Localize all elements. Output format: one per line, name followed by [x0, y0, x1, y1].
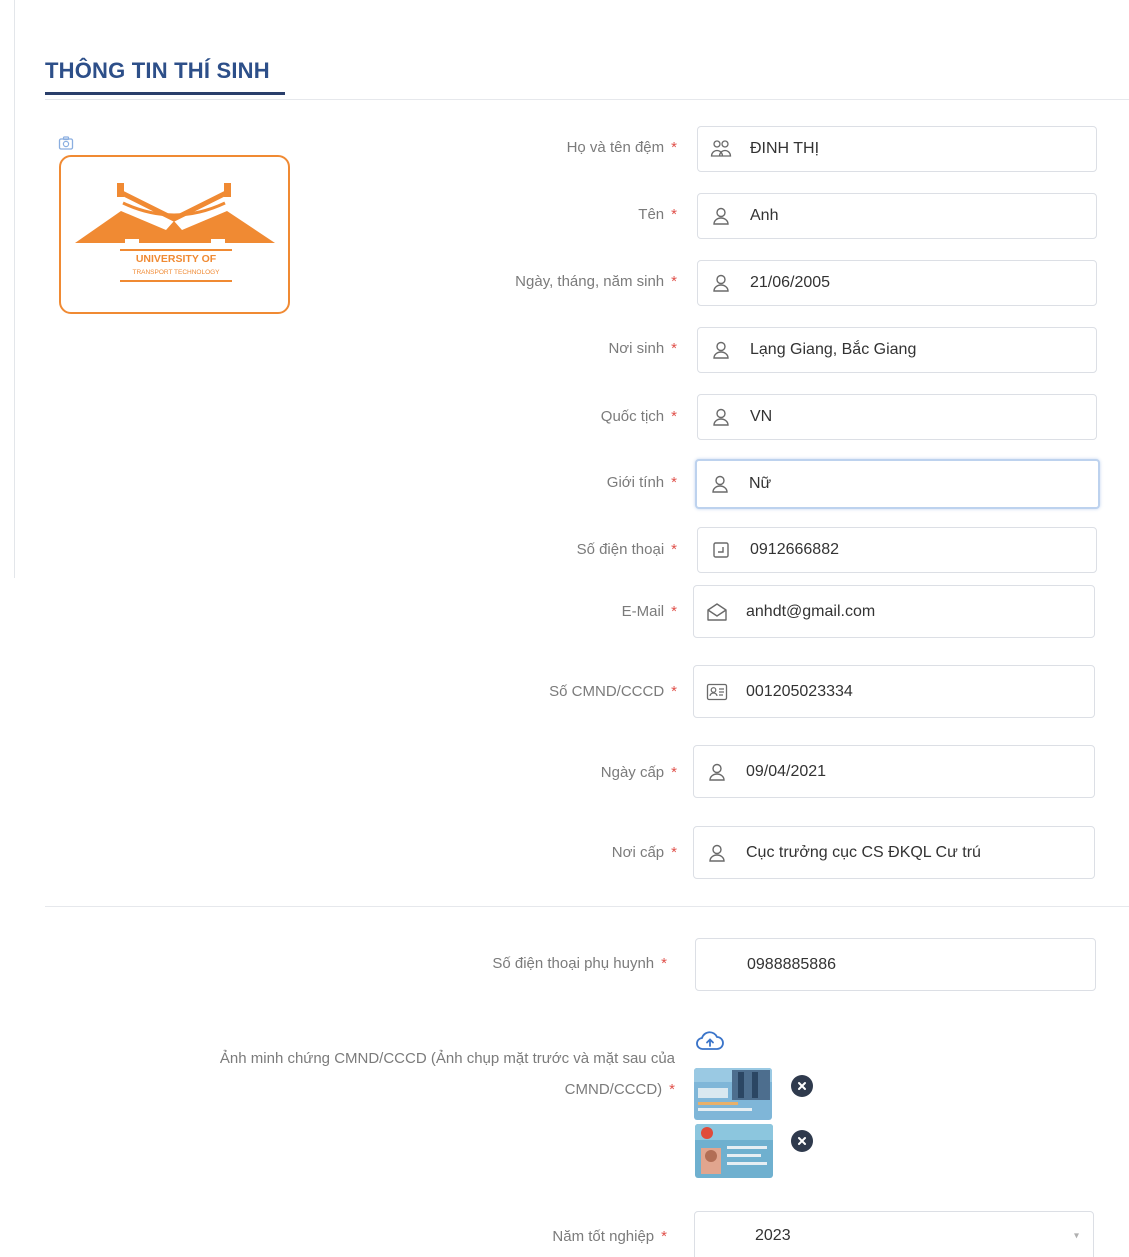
- ho-va-ten-dem-value: ĐINH THỊ: [750, 140, 820, 157]
- parent-phone-label: Số điện thoại phụ huynh *: [492, 955, 667, 972]
- so-cmnd-cccd-value: 001205023334: [746, 682, 853, 700]
- ten-input[interactable]: Anh: [697, 193, 1097, 239]
- so-cmnd-cccd-input[interactable]: 001205023334: [693, 665, 1095, 718]
- graduation-year-value: 2023: [755, 1227, 791, 1244]
- parent-phone-value: 0988885886: [747, 955, 836, 973]
- users-icon: [710, 138, 732, 160]
- user-icon: [710, 406, 732, 428]
- section-title: THÔNG TIN THÍ SINH: [45, 58, 270, 83]
- avatar[interactable]: UNIVERSITY OF TRANSPORT TECHNOLOGY: [59, 155, 290, 314]
- gioi-tinh-value: Nữ: [749, 475, 772, 492]
- close-icon: [798, 1082, 806, 1090]
- ten-value: Anh: [750, 207, 779, 224]
- quoc-tich-label: Quốc tịch *: [600, 408, 677, 425]
- ngay-cap-value: 09/04/2021: [746, 762, 827, 780]
- noi-sinh-input[interactable]: Lạng Giang, Bắc Giang: [697, 327, 1097, 373]
- e-mail-input[interactable]: anhdt@gmail.com: [693, 585, 1095, 638]
- noi-sinh-label: Nơi sinh *: [608, 340, 677, 357]
- quoc-tich-input[interactable]: VN: [697, 394, 1097, 440]
- section-divider: [45, 99, 1129, 100]
- mail-icon: [706, 601, 728, 623]
- e-mail-label: E-Mail *: [621, 603, 677, 620]
- noi-sinh-value: Lạng Giang, Bắc Giang: [750, 341, 917, 358]
- id-card-icon: [706, 681, 728, 703]
- id-front-image[interactable]: [694, 1068, 772, 1120]
- chevron-down-icon: ▾: [1073, 1230, 1079, 1242]
- university-logo: UNIVERSITY OF TRANSPORT TECHNOLOGY: [75, 183, 275, 282]
- ho-va-ten-dem-input[interactable]: ĐINH THỊ: [697, 126, 1097, 172]
- gioi-tinh-input[interactable]: Nữ: [695, 459, 1100, 509]
- so-dien-thoai-label: Số điện thoại *: [576, 541, 677, 558]
- ngay-thang-nam-sinh-label: Ngày, tháng, năm sinh *: [515, 273, 677, 290]
- user-icon: [710, 205, 732, 227]
- section-divider-2: [45, 906, 1129, 907]
- parent-phone-input[interactable]: 0988885886: [695, 938, 1096, 991]
- graduation-year-select[interactable]: 2023 ▾: [694, 1211, 1094, 1257]
- left-border: [14, 0, 15, 578]
- close-icon: [798, 1137, 806, 1145]
- ho-va-ten-dem-label: Họ và tên đệm *: [566, 139, 677, 156]
- ngay-thang-nam-sinh-input[interactable]: 21/06/2005: [697, 260, 1097, 306]
- remove-front-image-button[interactable]: [791, 1075, 813, 1097]
- cloud-upload-icon[interactable]: [695, 1029, 725, 1053]
- user-icon: [709, 473, 731, 495]
- e-mail-value: anhdt@gmail.com: [746, 602, 876, 620]
- logo-text-line1: UNIVERSITY OF: [136, 253, 217, 265]
- ngay-thang-nam-sinh-value: 21/06/2005: [750, 274, 831, 291]
- id-back-image[interactable]: [695, 1124, 773, 1178]
- camera-icon[interactable]: [58, 136, 74, 150]
- gioi-tinh-label: Giới tính *: [606, 474, 677, 491]
- so-dien-thoai-value: 0912666882: [750, 541, 839, 558]
- so-dien-thoai-input[interactable]: 0912666882: [697, 527, 1097, 573]
- noi-cap-label: Nơi cấp *: [611, 844, 677, 861]
- logo-text-line2: TRANSPORT TECHNOLOGY: [132, 269, 220, 276]
- id-proof-label: Ảnh minh chứng CMND/CCCD (Ảnh chụp mặt t…: [219, 1050, 675, 1098]
- ngay-cap-label: Ngày cấp *: [600, 764, 677, 781]
- quoc-tich-value: VN: [750, 408, 773, 425]
- phone-icon: [710, 539, 732, 561]
- user-icon: [710, 339, 732, 361]
- ngay-cap-input[interactable]: 09/04/2021: [693, 745, 1095, 798]
- noi-cap-input[interactable]: Cục trưởng cục CS ĐKQL Cư trú: [693, 826, 1095, 879]
- remove-back-image-button[interactable]: [791, 1130, 813, 1152]
- so-cmnd-cccd-label: Số CMND/CCCD *: [549, 683, 677, 700]
- user-icon: [706, 842, 728, 864]
- ten-label: Tên *: [638, 206, 677, 223]
- graduation-year-label: Năm tốt nghiệp *: [552, 1228, 667, 1245]
- title-underline: [45, 92, 285, 95]
- noi-cap-value: Cục trưởng cục CS ĐKQL Cư trú: [746, 843, 981, 861]
- user-icon: [710, 272, 732, 294]
- user-icon: [706, 761, 728, 783]
